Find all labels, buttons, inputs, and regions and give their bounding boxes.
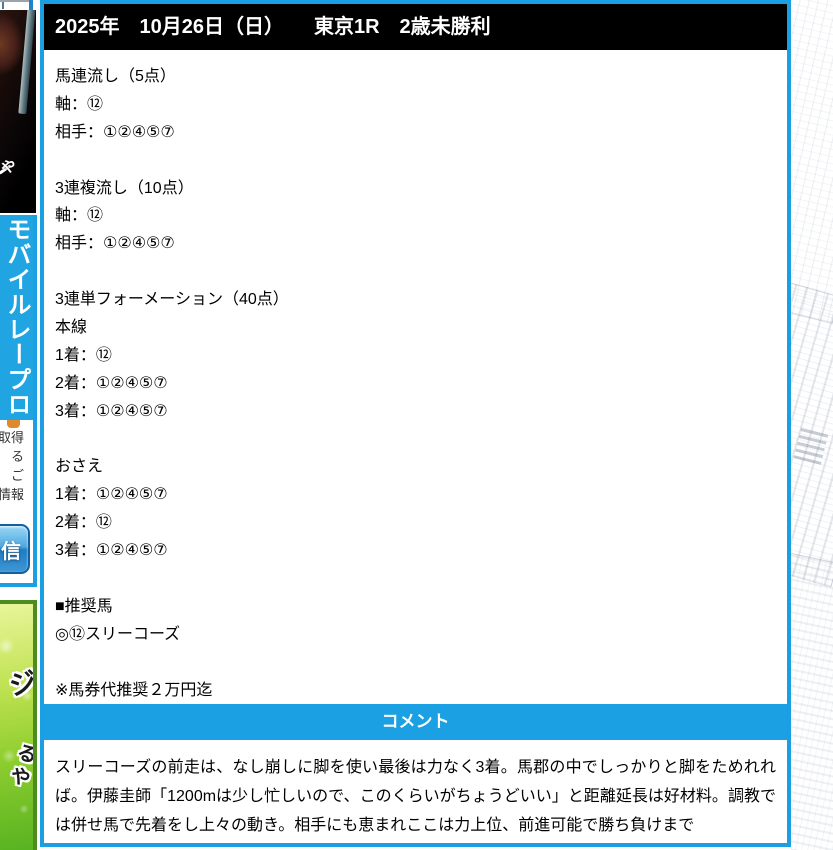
sanrenpuku-axis: 軸：⑫ [55,207,104,225]
sidebar-info-line: 取得 [0,430,24,445]
phone-in-photo [18,10,36,115]
mobile-racepro-banner-label: モバイルレープロ [3,217,30,417]
sidebar-mobile-racepro-box: モバイルレープロ 取得 る ご 情報 信 [0,215,37,587]
sidebar-ad-photo[interactable]: や [0,10,36,213]
honsen-first: 1着：⑫ [55,346,112,364]
sanrentan-title: 3連単フォーメーション（40点） [55,291,289,309]
bet-list: 馬連流し（5点） 軸：⑫ 相手：①②④⑤⑦ 3連複流し（10点） 軸：⑫ 相手：… [44,50,787,704]
sidebar-box-remnant [0,0,37,10]
photo-caption-fragment: や [0,156,19,178]
sidebar-info-line: 情報 [0,487,24,502]
remnant-border-top [0,0,29,2]
comment-header-button[interactable]: コメント [44,704,787,741]
page: や モバイルレープロ 取得 る ご 情報 信 ジ るや 2025年 10月26日… [0,0,833,850]
send-button[interactable]: 信 [0,524,30,574]
remnant-border-right [29,0,33,10]
honsen-label: 本線 [55,319,88,337]
umaren-partners: 相手：①②④⑤⑦ [55,123,175,141]
mobile-racepro-banner[interactable]: モバイルレープロ [0,215,33,420]
osae-label: おさえ [55,458,104,476]
sidebar-info-line: ご [10,468,24,483]
watermark-sheet-top [791,0,833,324]
honsen-third: 3着：①②④⑤⑦ [55,402,168,420]
recommend-horse: ◎⑫スリーコーズ [55,625,181,643]
umaren-title: 馬連流し（5点） [55,68,176,85]
osae-second: 2着：⑫ [55,514,112,532]
race-title-bar: 2025年 10月26日（日） 東京1R 2歳未勝利 [44,4,787,50]
osae-third: 3着：①②④⑤⑦ [55,542,168,560]
green-banner-text-fragment: るや [3,739,37,792]
newspaper-watermark [791,0,833,850]
honsen-second: 2着：①②④⑤⑦ [55,374,168,392]
sidebar-green-ad-banner[interactable]: ジ るや [0,600,37,850]
recommend-label: ■推奨馬 [55,597,113,615]
sanrenpuku-title: 3連複流し（10点） [55,179,194,197]
banner-graphic-fragment [7,420,20,428]
sidebar-info-line: る [10,449,24,464]
green-banner-text-fragment: ジ [6,666,37,702]
watermark-sheet-bottom [791,548,833,850]
umaren-axis: 軸：⑫ [55,95,104,113]
sanrenpuku-partners: 相手：①②④⑤⑦ [55,235,175,253]
race-tip-panel: 2025年 10月26日（日） 東京1R 2歳未勝利 馬連流し（5点） 軸：⑫ … [40,0,791,847]
budget-note: ※馬券代推奨２万円迄 [55,681,213,699]
sidebar-info-text: 取得 る ご 情報 [0,428,24,504]
osae-first: 1着：①②④⑤⑦ [55,486,168,504]
send-button-label: 信 [1,540,21,563]
comment-body: スリーコーズの前走は、なし崩しに脚を使い最後は力なく3着。馬郡の中でしっかりと脚… [55,759,776,834]
